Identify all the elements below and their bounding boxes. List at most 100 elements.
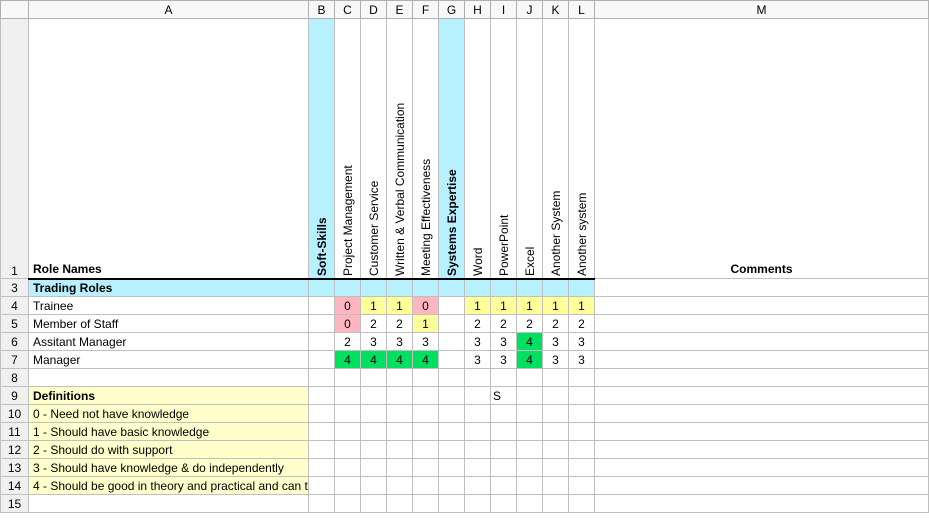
cell-D3[interactable] bbox=[361, 279, 387, 297]
col-header-E[interactable]: E bbox=[387, 1, 413, 19]
row-header-7[interactable]: 7 bbox=[1, 351, 29, 369]
cell-B4[interactable] bbox=[309, 297, 335, 315]
cell-M1[interactable]: Comments bbox=[595, 19, 929, 279]
row-header-10[interactable]: 10 bbox=[1, 405, 29, 423]
row-header-13[interactable]: 13 bbox=[1, 459, 29, 477]
cell-B6[interactable] bbox=[309, 333, 335, 351]
cell-H6[interactable]: 3 bbox=[465, 333, 491, 351]
cell-A8[interactable] bbox=[29, 369, 309, 387]
row-header-1[interactable]: 1 bbox=[1, 19, 29, 279]
row-header-15[interactable]: 15 bbox=[1, 495, 29, 513]
cell-K1[interactable]: Another System bbox=[543, 19, 569, 279]
cell-I5[interactable]: 2 bbox=[491, 315, 517, 333]
cell-D5[interactable]: 2 bbox=[361, 315, 387, 333]
col-header-D[interactable]: D bbox=[361, 1, 387, 19]
col-header-I[interactable]: I bbox=[491, 1, 517, 19]
cell-A9[interactable]: Definitions bbox=[29, 387, 309, 405]
cell-L3[interactable] bbox=[569, 279, 595, 297]
cell-K3[interactable] bbox=[543, 279, 569, 297]
row-header-5[interactable]: 5 bbox=[1, 315, 29, 333]
row-header-3[interactable]: 3 bbox=[1, 279, 29, 297]
cell-A3[interactable]: Trading Roles bbox=[29, 279, 309, 297]
cell-B7[interactable] bbox=[309, 351, 335, 369]
cell-A5[interactable]: Member of Staff bbox=[29, 315, 309, 333]
cell-L5[interactable]: 2 bbox=[569, 315, 595, 333]
cell-J4[interactable]: 1 bbox=[517, 297, 543, 315]
cell-H1[interactable]: Word bbox=[465, 19, 491, 279]
col-header-A[interactable]: A bbox=[29, 1, 309, 19]
row-header-9[interactable]: 9 bbox=[1, 387, 29, 405]
row-header-14[interactable]: 14 bbox=[1, 477, 29, 495]
cell-J7[interactable]: 4 bbox=[517, 351, 543, 369]
cell-G5[interactable] bbox=[439, 315, 465, 333]
cell-F1[interactable]: Meeting Effectiveness bbox=[413, 19, 439, 279]
cell-K7[interactable]: 3 bbox=[543, 351, 569, 369]
cell-I6[interactable]: 3 bbox=[491, 333, 517, 351]
cell-D4[interactable]: 1 bbox=[361, 297, 387, 315]
cell-E7[interactable]: 4 bbox=[387, 351, 413, 369]
spreadsheet-grid[interactable]: A B C D E F G H I J K L M 1 Role Names S… bbox=[0, 0, 929, 513]
cell-K5[interactable]: 2 bbox=[543, 315, 569, 333]
cell-I1[interactable]: PowerPoint bbox=[491, 19, 517, 279]
col-header-B[interactable]: B bbox=[309, 1, 335, 19]
cell-C4[interactable]: 0 bbox=[335, 297, 361, 315]
cell-B3[interactable] bbox=[309, 279, 335, 297]
cell-M7[interactable] bbox=[595, 351, 929, 369]
cell-C5[interactable]: 0 bbox=[335, 315, 361, 333]
col-header-C[interactable]: C bbox=[335, 1, 361, 19]
cell-C3[interactable] bbox=[335, 279, 361, 297]
cell-J6[interactable]: 4 bbox=[517, 333, 543, 351]
cell-A10[interactable]: 0 - Need not have knowledge bbox=[29, 405, 309, 423]
row-header-11[interactable]: 11 bbox=[1, 423, 29, 441]
cell-A14[interactable]: 4 - Should be good in theory and practic… bbox=[29, 477, 309, 495]
row-header-8[interactable]: 8 bbox=[1, 369, 29, 387]
cell-A1[interactable]: Role Names bbox=[29, 19, 309, 279]
cell-K4[interactable]: 1 bbox=[543, 297, 569, 315]
cell-H7[interactable]: 3 bbox=[465, 351, 491, 369]
select-all-corner[interactable] bbox=[1, 1, 29, 19]
cell-H4[interactable]: 1 bbox=[465, 297, 491, 315]
cell-E5[interactable]: 2 bbox=[387, 315, 413, 333]
cell-C6[interactable]: 2 bbox=[335, 333, 361, 351]
row-header-4[interactable]: 4 bbox=[1, 297, 29, 315]
col-header-J[interactable]: J bbox=[517, 1, 543, 19]
cell-L4[interactable]: 1 bbox=[569, 297, 595, 315]
cell-A15[interactable] bbox=[29, 495, 309, 513]
cell-L6[interactable]: 3 bbox=[569, 333, 595, 351]
cell-A11[interactable]: 1 - Should have basic knowledge bbox=[29, 423, 309, 441]
cell-K6[interactable]: 3 bbox=[543, 333, 569, 351]
cell-M3[interactable] bbox=[595, 279, 929, 297]
col-header-K[interactable]: K bbox=[543, 1, 569, 19]
cell-M5[interactable] bbox=[595, 315, 929, 333]
cell-G3[interactable] bbox=[439, 279, 465, 297]
cell-G1[interactable]: Systems Expertise bbox=[439, 19, 465, 279]
cell-A12[interactable]: 2 - Should do with support bbox=[29, 441, 309, 459]
cell-I4[interactable]: 1 bbox=[491, 297, 517, 315]
col-header-F[interactable]: F bbox=[413, 1, 439, 19]
cell-B1[interactable]: Soft-Skills bbox=[309, 19, 335, 279]
cell-H5[interactable]: 2 bbox=[465, 315, 491, 333]
cell-C7[interactable]: 4 bbox=[335, 351, 361, 369]
cell-J5[interactable]: 2 bbox=[517, 315, 543, 333]
cell-G4[interactable] bbox=[439, 297, 465, 315]
cell-D7[interactable]: 4 bbox=[361, 351, 387, 369]
cell-E6[interactable]: 3 bbox=[387, 333, 413, 351]
cell-E4[interactable]: 1 bbox=[387, 297, 413, 315]
cell-J1[interactable]: Excel bbox=[517, 19, 543, 279]
col-header-G[interactable]: G bbox=[439, 1, 465, 19]
cell-G7[interactable] bbox=[439, 351, 465, 369]
col-header-H[interactable]: H bbox=[465, 1, 491, 19]
cell-A7[interactable]: Manager bbox=[29, 351, 309, 369]
cell-E1[interactable]: Written & Verbal Communication bbox=[387, 19, 413, 279]
cell-I9[interactable]: S bbox=[491, 387, 517, 405]
cell-J3[interactable] bbox=[517, 279, 543, 297]
cell-H3[interactable] bbox=[465, 279, 491, 297]
col-header-L[interactable]: L bbox=[569, 1, 595, 19]
row-header-6[interactable]: 6 bbox=[1, 333, 29, 351]
cell-F5[interactable]: 1 bbox=[413, 315, 439, 333]
cell-F3[interactable] bbox=[413, 279, 439, 297]
cell-D1[interactable]: Customer Service bbox=[361, 19, 387, 279]
cell-A13[interactable]: 3 - Should have knowledge & do independe… bbox=[29, 459, 309, 477]
cell-I7[interactable]: 3 bbox=[491, 351, 517, 369]
cell-I3[interactable] bbox=[491, 279, 517, 297]
